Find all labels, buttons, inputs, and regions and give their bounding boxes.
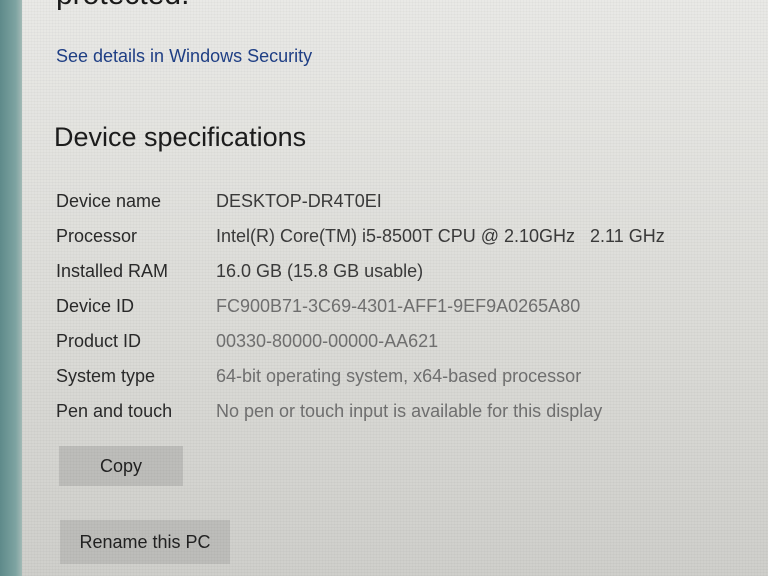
- spec-row-system-type: System type 64-bit operating system, x64…: [56, 359, 756, 394]
- spec-label: Device ID: [56, 296, 135, 316]
- protection-heading: protected.: [56, 0, 189, 12]
- spec-row-processor: Processor Intel(R) Core(TM) i5-8500T CPU…: [56, 219, 756, 254]
- spec-label: Pen and touch: [56, 401, 173, 421]
- spec-value: No pen or touch input is available for t…: [216, 401, 603, 421]
- spec-value: 64-bit operating system, x64-based proce…: [216, 366, 582, 386]
- spec-value: FC900B71-3C69-4301-AFF1-9EF9A0265A80: [216, 296, 581, 316]
- spec-row-installed-ram: Installed RAM 16.0 GB (15.8 GB usable): [56, 254, 756, 289]
- spec-value: 00330-80000-00000-AA621: [216, 331, 439, 351]
- rename-pc-button[interactable]: Rename this PC: [60, 520, 230, 564]
- spec-value: DESKTOP-DR4T0EI: [216, 191, 382, 211]
- spec-label: System type: [56, 366, 156, 386]
- spec-label: Installed RAM: [56, 261, 169, 281]
- windows-security-link[interactable]: See details in Windows Security: [56, 46, 312, 67]
- spec-row-device-id: Device ID FC900B71-3C69-4301-AFF1-9EF9A0…: [56, 289, 756, 324]
- spec-row-product-id: Product ID 00330-80000-00000-AA621: [56, 324, 756, 359]
- device-specifications-title: Device specifications: [54, 122, 307, 152]
- spec-value: 16.0 GB (15.8 GB usable): [216, 261, 424, 281]
- spec-label: Processor: [56, 226, 138, 246]
- copy-button[interactable]: Copy: [59, 446, 183, 486]
- settings-about-page: protected. See details in Windows Securi…: [22, 0, 768, 576]
- spec-row-pen-and-touch: Pen and touch No pen or touch input is a…: [56, 394, 756, 429]
- spec-row-device-name: Device name DESKTOP-DR4T0EI: [56, 184, 756, 219]
- spec-value: Intel(R) Core(TM) i5-8500T CPU @ 2.10GHz…: [216, 226, 665, 246]
- device-specifications-list: Device name DESKTOP-DR4T0EI Processor In…: [56, 184, 756, 429]
- spec-label: Device name: [56, 191, 162, 211]
- spec-label: Product ID: [56, 331, 142, 351]
